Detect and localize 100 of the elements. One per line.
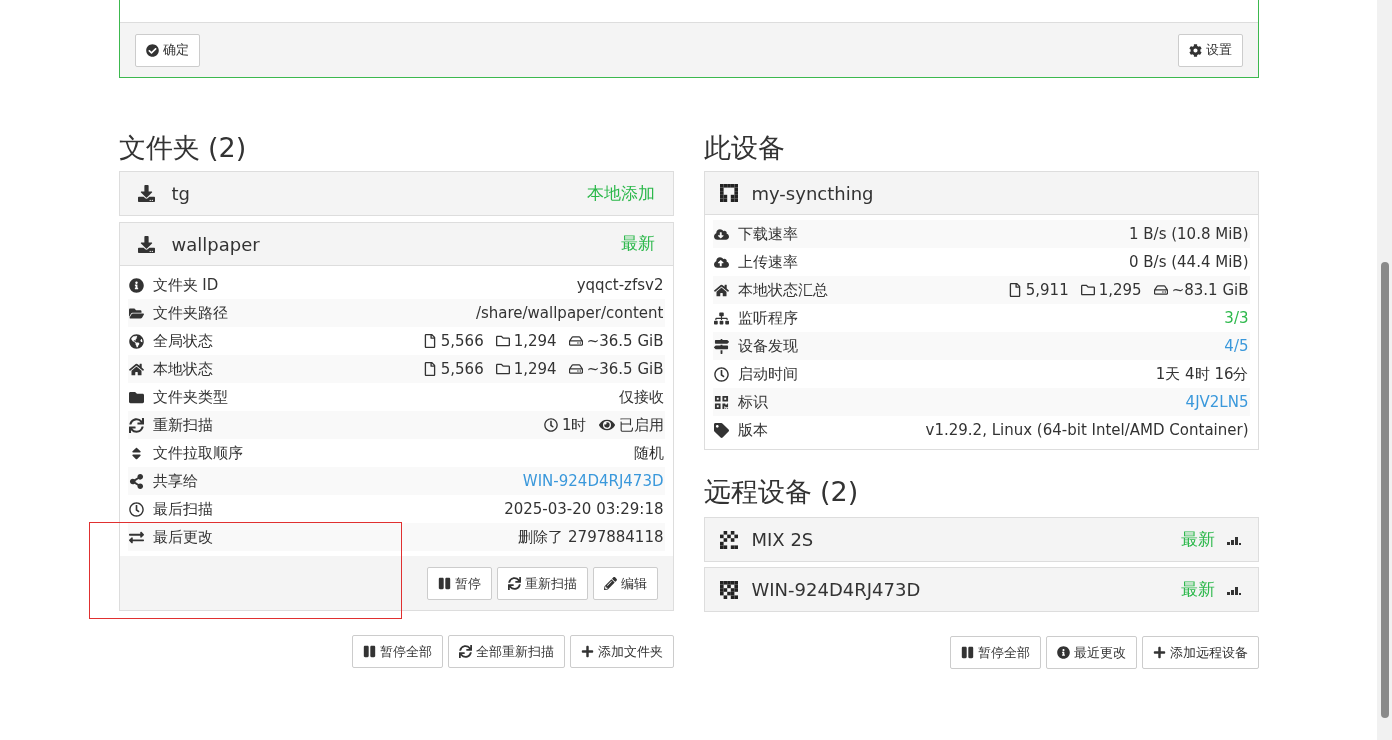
folder-status: 本地添加 — [586, 181, 655, 205]
stat-value: 5,566 — [440, 330, 484, 352]
device-name: my-syncthing — [751, 181, 874, 206]
rescan-interval: 1时 — [561, 414, 587, 436]
row-value: 0 B/s (44.4 MiB) — [1129, 251, 1249, 273]
folder-header[interactable]: tg 本地添加 — [119, 172, 673, 215]
stat-value: ~83.1 GiB — [1171, 279, 1249, 301]
sitemap-icon — [714, 310, 729, 326]
clock-icon — [543, 418, 558, 432]
exchange-icon — [129, 529, 144, 545]
device-identicon — [719, 580, 738, 599]
row-label: 启动时间 — [737, 363, 798, 385]
drive-icon — [568, 334, 583, 348]
row-label: 文件拉取顺序 — [152, 442, 243, 464]
refresh-icon — [507, 577, 521, 590]
folders-action-button[interactable]: 全部重新扫描 — [447, 635, 565, 668]
row-label: 文件夹路径 — [152, 302, 228, 324]
plus-icon — [580, 645, 594, 658]
confirm-button[interactable]: 确定 — [134, 33, 200, 67]
pencil-icon — [603, 577, 617, 590]
row-value: 删除了 2797884118 — [518, 526, 664, 548]
row-label: 全局状态 — [152, 330, 213, 352]
settings-button[interactable]: 设置 — [1177, 33, 1243, 67]
stat-value: ~36.5 GiB — [586, 330, 664, 352]
clock-icon — [714, 366, 729, 382]
pause-icon — [362, 645, 376, 658]
eye-icon — [598, 417, 615, 433]
home-icon — [714, 282, 729, 298]
cloud-download-icon — [714, 226, 729, 242]
row-label: 下载速率 — [737, 223, 798, 245]
qrcode-icon — [714, 394, 729, 410]
folder-action-button[interactable]: 暂停 — [426, 567, 492, 600]
row-value: 随机 — [633, 442, 664, 464]
file-icon — [422, 334, 437, 348]
row-value: v1.29.2, Linux (64-bit Intel/AMD Container) — [925, 419, 1249, 441]
info-icon — [1056, 646, 1070, 659]
device-identicon — [719, 184, 738, 202]
row-label: 最后更改 — [152, 526, 213, 548]
row-label: 文件夹 ID — [152, 274, 219, 296]
folder-header[interactable]: wallpaper 最新 — [119, 223, 673, 266]
remote-device-header[interactable]: WIN-924D4RJ473D 最新 — [703, 567, 1259, 612]
share-icon — [129, 473, 144, 489]
stat-value: 5,566 — [440, 358, 484, 380]
device-name: MIX 2S — [751, 528, 814, 552]
row-label: 监听程序 — [737, 307, 798, 329]
row-value: 3/3 — [1224, 307, 1249, 329]
row-value: 1 B/s (10.8 MiB) — [1129, 223, 1249, 245]
sort-icon — [129, 445, 144, 461]
folder-action-button[interactable]: 重新扫描 — [496, 567, 588, 600]
section-heading: 远程设备 (2) — [703, 475, 860, 509]
scrollbar-thumb[interactable] — [1380, 262, 1389, 718]
devices-action-button[interactable]: 添加远程设备 — [1141, 636, 1259, 669]
section-heading: 此设备 — [703, 131, 786, 165]
row-label: 本地状态汇总 — [737, 279, 828, 301]
row-value: 仅接收 — [618, 386, 664, 408]
plus-icon — [1152, 646, 1166, 659]
signal-icon — [1226, 534, 1243, 545]
watcher-status: 已启用 — [618, 414, 664, 436]
file-icon — [422, 362, 437, 376]
globe-icon — [129, 333, 144, 349]
row-label: 重新扫描 — [152, 414, 213, 436]
device-status: 最新 — [1180, 577, 1215, 601]
row-label: 版本 — [737, 419, 768, 441]
signpost-icon — [714, 338, 729, 354]
refresh-icon — [458, 645, 472, 658]
folders-action-button[interactable]: 暂停全部 — [351, 635, 443, 668]
remote-device-header[interactable]: MIX 2S 最新 — [703, 517, 1259, 562]
row-label: 上传速率 — [737, 251, 798, 273]
device-name: WIN-924D4RJ473D — [751, 578, 921, 602]
signal-icon — [1226, 584, 1243, 595]
row-label: 共享给 — [152, 470, 198, 492]
device-identicon — [719, 530, 738, 549]
devices-action-button[interactable]: 最近更改 — [1045, 636, 1137, 669]
folder-name: wallpaper — [171, 232, 260, 257]
row-value: /share/wallpaper/content — [475, 302, 664, 324]
row-value: 1天 4时 16分 — [1155, 363, 1249, 385]
row-label: 最后扫描 — [152, 498, 213, 520]
cloud-upload-icon — [714, 254, 729, 270]
scrollbar[interactable] — [1377, 0, 1392, 740]
stat-value: 1,294 — [513, 358, 557, 380]
tag-icon — [714, 422, 729, 438]
settings-icon — [1188, 43, 1202, 57]
file-icon — [1007, 283, 1022, 297]
row-value: yqqct-zfsv2 — [576, 274, 664, 296]
home-icon — [129, 361, 144, 377]
folder-action-button[interactable]: 编辑 — [592, 567, 658, 600]
stat-value: 1,294 — [513, 330, 557, 352]
row-value: 2025-03-20 03:29:18 — [504, 498, 664, 520]
devices-action-button[interactable]: 暂停全部 — [949, 636, 1041, 669]
clock-icon — [129, 501, 144, 517]
stat-value: 5,911 — [1025, 279, 1069, 301]
drive-icon — [1153, 283, 1168, 297]
pause-icon — [960, 646, 974, 659]
pause-icon — [437, 577, 451, 590]
folder-status: 最新 — [620, 232, 655, 256]
row-label: 文件夹类型 — [152, 386, 228, 408]
row-label: 标识 — [737, 391, 768, 413]
download-icon — [137, 185, 155, 202]
drive-icon — [568, 362, 583, 376]
folders-action-button[interactable]: 添加文件夹 — [569, 635, 674, 668]
